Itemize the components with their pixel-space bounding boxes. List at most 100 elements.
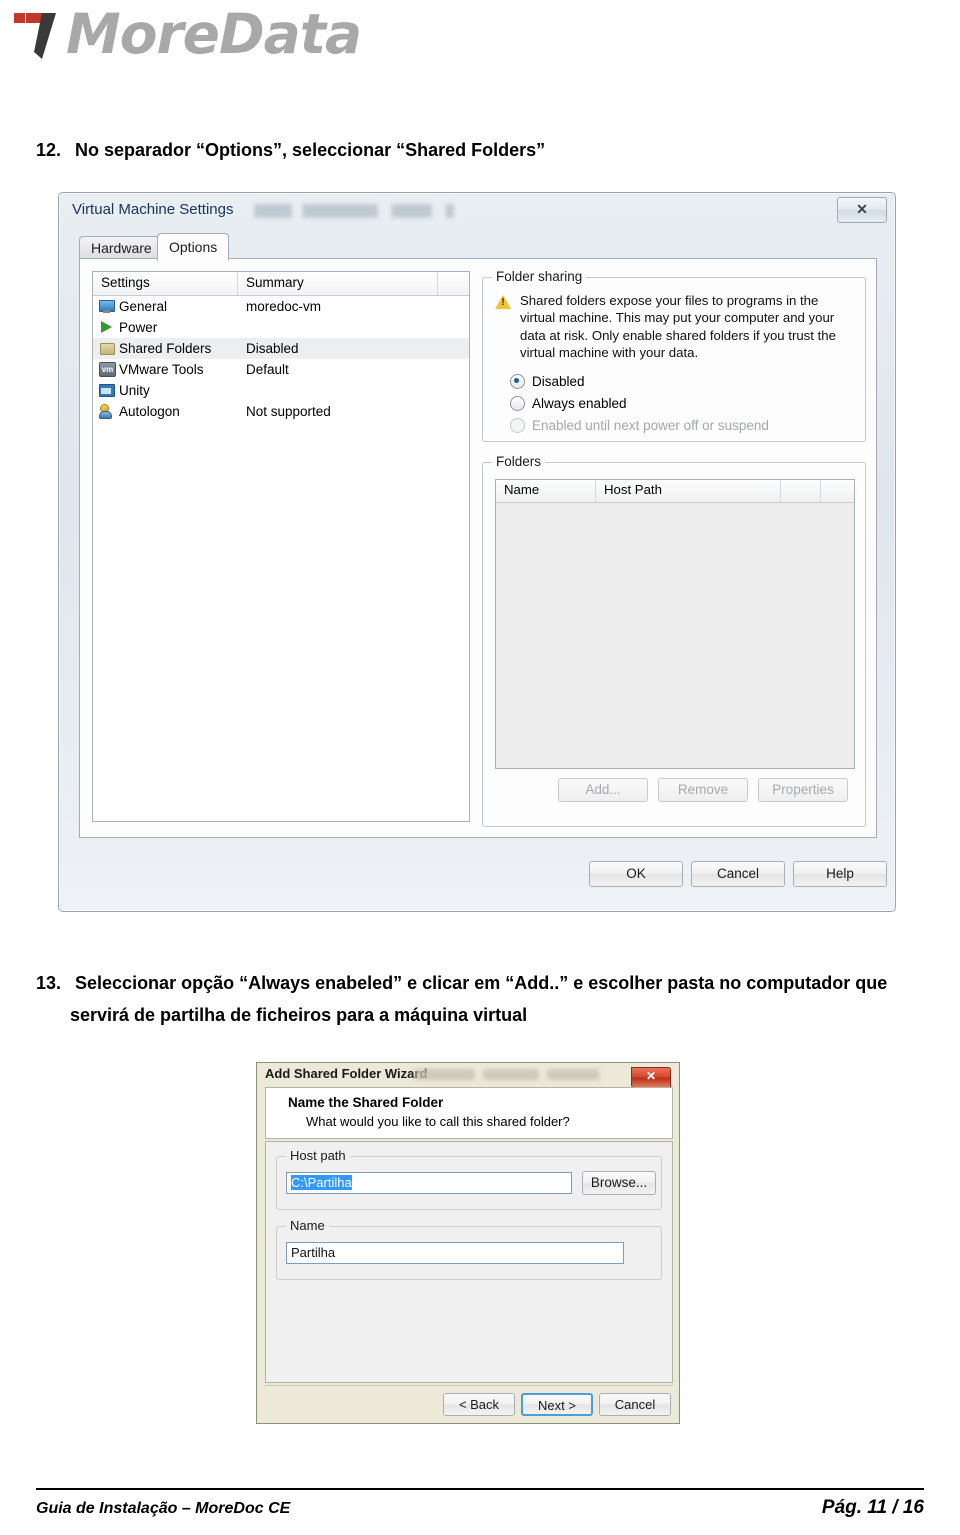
column-header-summary: Summary (238, 272, 438, 295)
ok-button[interactable]: OK (589, 861, 683, 887)
folder-properties-button[interactable]: Properties (758, 778, 848, 802)
folders-group: Folders Name Host Path Add... Remove Pro… (482, 454, 866, 827)
radio-label-disabled: Disabled (532, 374, 585, 389)
settings-row-summary: Not supported (246, 404, 331, 419)
table-row[interactable]: Autologon Not supported (93, 401, 469, 422)
warning-icon (495, 294, 512, 310)
column-header-name: Name (496, 480, 596, 502)
settings-row-label: Unity (119, 383, 150, 398)
folders-legend: Folders (492, 454, 546, 469)
folder-icon (99, 341, 115, 356)
radio-option-always-enabled[interactable]: Always enabled (510, 396, 627, 411)
wizard-header: Name the Shared Folder What would you li… (265, 1087, 673, 1139)
settings-row-name: Unity (93, 383, 238, 398)
host-path-group: Host path C:\Partilha Browse... (276, 1148, 662, 1210)
step-12: 12. No separador “Options”, seleccionar … (36, 135, 916, 167)
step-13: 13. Seleccionar opção “Always enabeled” … (36, 968, 941, 1031)
tab-options[interactable]: Options (157, 233, 230, 261)
play-icon (99, 320, 115, 335)
settings-row-label: General (119, 299, 168, 314)
radio-label-always-enabled: Always enabled (532, 396, 627, 411)
brand-logo: MoreData (8, 2, 368, 68)
vm-dialog-title: Virtual Machine Settings (72, 201, 234, 218)
add-shared-folder-wizard-dialog: Add Shared Folder Wizard ✕ Name the Shar… (256, 1062, 680, 1424)
cancel-button[interactable]: Cancel (691, 861, 785, 887)
step-13-text-line1: Seleccionar opção “Always enabeled” e cl… (75, 973, 888, 993)
table-row[interactable]: General moredoc-vm (93, 296, 469, 317)
step-12-number: 12. (36, 140, 62, 160)
column-header-settings: Settings (93, 272, 238, 295)
options-tab-panel: Settings Summary General moredoc-vm Powe… (79, 258, 877, 838)
column-header-spacer-1 (781, 480, 821, 502)
settings-row-name: Shared Folders (93, 341, 238, 356)
table-row[interactable]: Power (93, 317, 469, 338)
folder-sharing-group: Folder sharing Shared folders expose you… (482, 269, 866, 442)
vmware-tools-icon (99, 362, 116, 377)
brand-logo-text: MoreData (66, 2, 362, 66)
settings-row-summary: Default (246, 362, 289, 377)
wizard-subheading: What would you like to call this shared … (306, 1114, 570, 1129)
folders-table[interactable]: Name Host Path (495, 479, 855, 769)
table-row[interactable]: VMware Tools Default (93, 359, 469, 380)
settings-list-header: Settings Summary (93, 272, 469, 296)
folder-sharing-legend: Folder sharing (492, 269, 587, 284)
name-input[interactable]: Partilha (286, 1242, 624, 1264)
radio-icon-selected[interactable] (510, 374, 525, 389)
wizard-title: Add Shared Folder Wizard (265, 1066, 428, 1081)
step-13-number: 13. (36, 973, 62, 993)
vm-dialog-tabstrip: Hardware Options (79, 233, 877, 261)
settings-list[interactable]: Settings Summary General moredoc-vm Powe… (92, 271, 470, 822)
remove-folder-button[interactable]: Remove (658, 778, 748, 802)
browse-button[interactable]: Browse... (582, 1171, 656, 1195)
step-13-text-line2: servirá de partilha de ficheiros para a … (70, 1004, 528, 1025)
wizard-titlebar: Add Shared Folder Wizard ✕ (257, 1063, 679, 1088)
wizard-title-blurred-text (415, 1069, 615, 1080)
radio-option-until-power-off: Enabled until next power off or suspend (510, 418, 769, 433)
settings-row-name: Autologon (93, 404, 238, 419)
column-header-host-path: Host Path (596, 480, 781, 502)
settings-row-label: VMware Tools (119, 362, 204, 377)
wizard-cancel-button[interactable]: Cancel (599, 1393, 671, 1416)
vm-dialog-title-blurred-menu (254, 204, 524, 218)
settings-row-label: Autologon (119, 404, 180, 419)
settings-row-name: General (93, 299, 238, 314)
settings-row-name: Power (93, 320, 238, 335)
vm-dialog-titlebar: Virtual Machine Settings ✕ (59, 193, 895, 231)
folder-sharing-warning-text: Shared folders expose your files to prog… (520, 293, 836, 361)
radio-label-until-power-off: Enabled until next power off or suspend (532, 418, 769, 433)
footer-page-number: Pág. 11 / 16 (821, 1497, 924, 1518)
settings-row-name: VMware Tools (93, 362, 238, 377)
folder-sharing-warning: Shared folders expose your files to prog… (495, 292, 855, 362)
radio-option-disabled[interactable]: Disabled (510, 374, 585, 389)
radio-icon[interactable] (510, 396, 525, 411)
back-button[interactable]: < Back (443, 1393, 515, 1416)
settings-row-label: Power (119, 320, 158, 335)
name-group: Name Partilha (276, 1218, 662, 1280)
monitor-icon (99, 299, 115, 314)
close-icon[interactable]: ✕ (837, 197, 887, 223)
table-row[interactable]: Unity (93, 380, 469, 401)
autologon-user-icon (99, 404, 115, 419)
footer-document-title: Guia de Instalação – MoreDoc CE (36, 1500, 291, 1517)
tab-hardware[interactable]: Hardware (79, 236, 164, 260)
name-legend: Name (286, 1218, 329, 1233)
table-row-shared-folders[interactable]: Shared Folders Disabled (93, 338, 469, 359)
wizard-body: Host path C:\Partilha Browse... Name Par… (265, 1141, 673, 1383)
unity-window-icon (99, 383, 115, 398)
column-header-spacer (438, 272, 469, 295)
settings-row-summary: moredoc-vm (246, 299, 322, 314)
settings-row-label: Shared Folders (119, 341, 212, 356)
footer-divider (36, 1488, 924, 1490)
next-button[interactable]: Next > (521, 1393, 593, 1416)
host-path-legend: Host path (286, 1148, 350, 1163)
step-12-text: No separador “Options”, seleccionar “Sha… (75, 140, 546, 160)
help-button[interactable]: Help (793, 861, 887, 887)
close-icon[interactable]: ✕ (631, 1067, 671, 1088)
column-header-spacer-2 (821, 480, 854, 502)
add-folder-button[interactable]: Add... (558, 778, 648, 802)
moredata-logo-mark (14, 13, 56, 59)
settings-row-summary: Disabled (246, 341, 299, 356)
radio-icon-disabled (510, 418, 525, 433)
host-path-input[interactable]: C:\Partilha (286, 1172, 572, 1194)
wizard-heading: Name the Shared Folder (288, 1095, 444, 1110)
